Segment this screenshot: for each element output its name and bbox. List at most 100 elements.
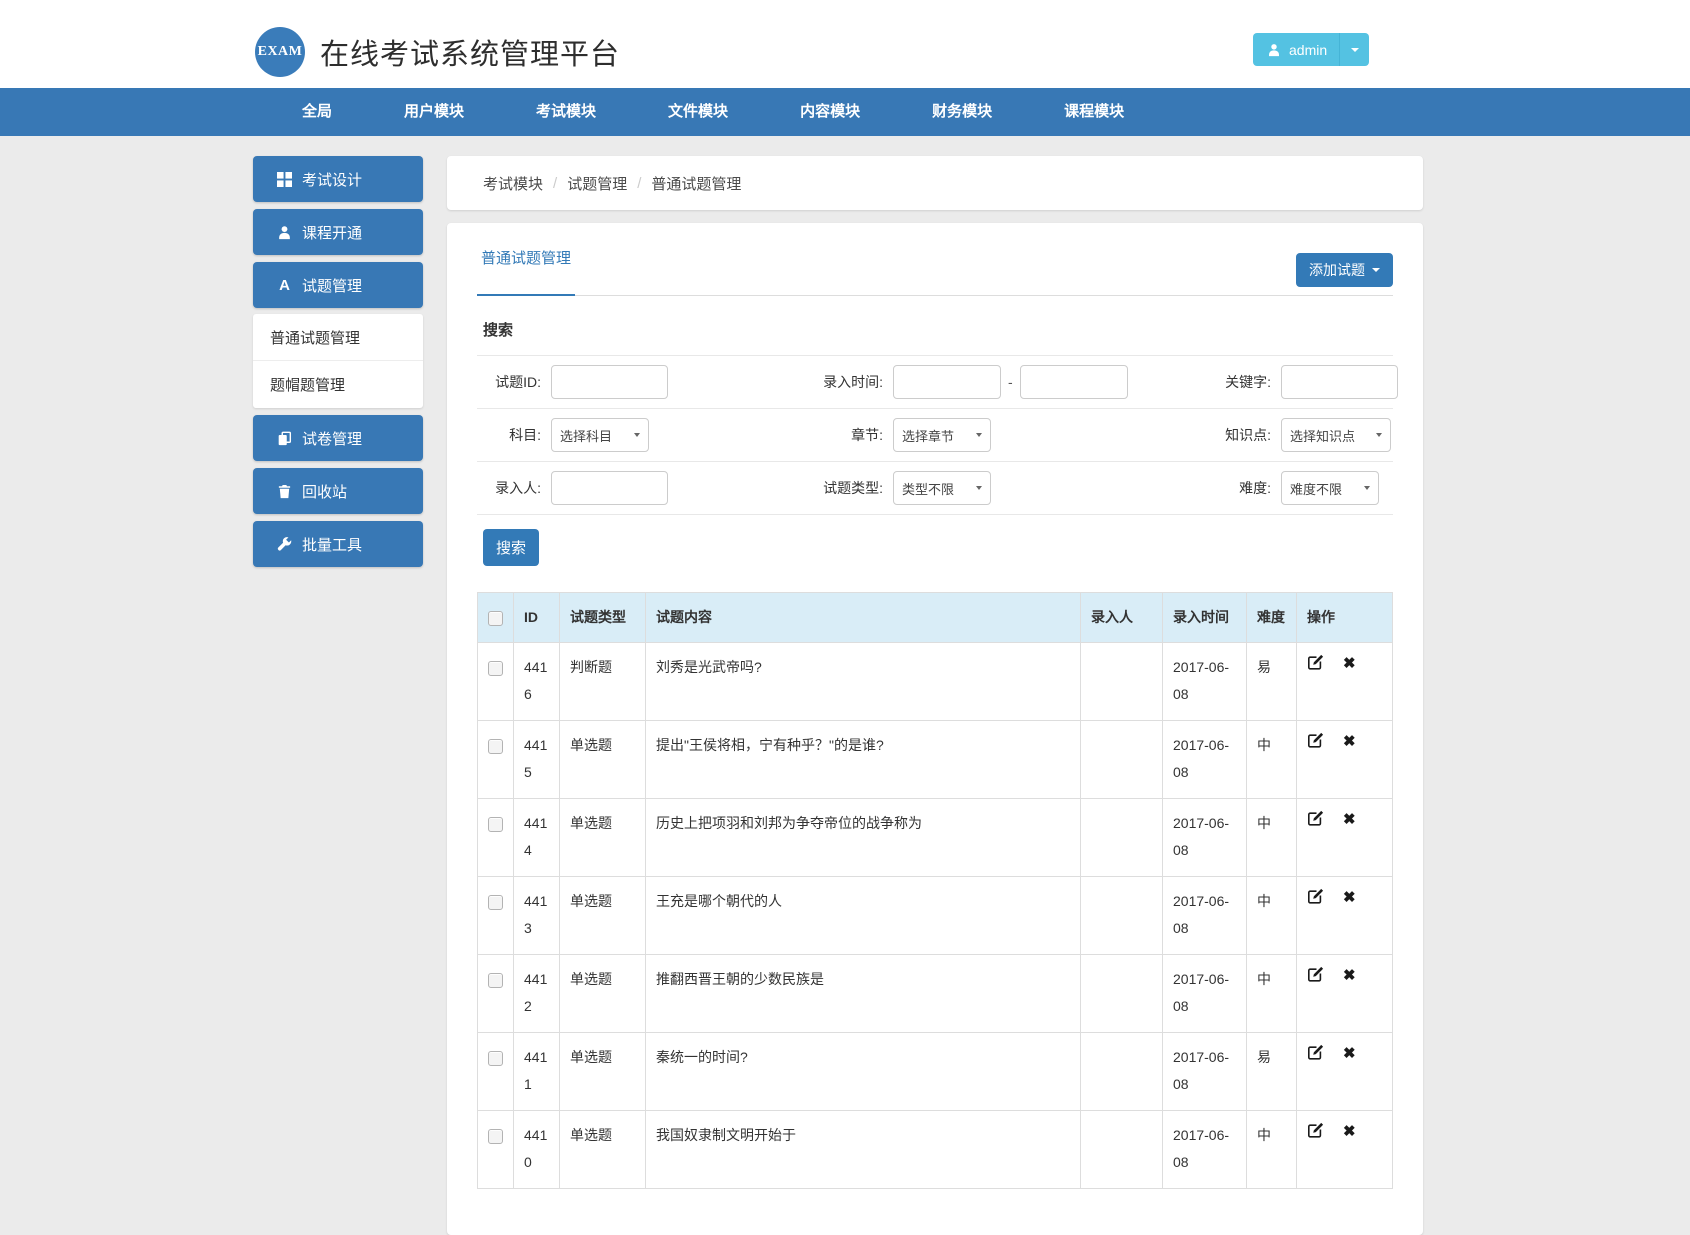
submenu-item-header-question-manage[interactable]: 题帽题管理 — [253, 361, 423, 408]
cell-difficulty: 中 — [1246, 720, 1297, 799]
search-row-2: 科目: 选择科目 章节: 选择章节 知识点: 选择知识点 — [477, 409, 1393, 462]
knowledge-label: 知识点: — [1225, 427, 1271, 443]
sidebar-item-label: 课程开通 — [302, 224, 363, 242]
sidebar-item-paper-manage[interactable]: 试卷管理 — [253, 415, 423, 461]
chevron-down-icon — [1372, 268, 1380, 272]
edit-button[interactable] — [1307, 654, 1324, 673]
breadcrumb-item-question-manage[interactable]: 试题管理 — [567, 173, 627, 194]
admin-button[interactable]: admin — [1253, 33, 1340, 66]
cell-id: 4411 — [513, 1032, 560, 1111]
delete-button[interactable]: ✖ — [1343, 734, 1356, 749]
nav-item-exam-module[interactable]: 考试模块 — [504, 88, 628, 136]
cell-enterer — [1080, 876, 1163, 955]
delete-button[interactable]: ✖ — [1343, 1124, 1356, 1139]
search-button[interactable]: 搜索 — [483, 529, 540, 566]
knowledge-select[interactable]: 选择知识点 — [1281, 418, 1391, 452]
row-checkbox[interactable] — [488, 1050, 503, 1066]
difficulty-select-value: 难度不限 — [1290, 481, 1343, 497]
delete-button[interactable]: ✖ — [1343, 812, 1356, 827]
entry-time-label: 录入时间: — [823, 374, 883, 390]
sidebar-item-recycle-bin[interactable]: 回收站 — [253, 468, 423, 514]
sidebar-item-exam-design[interactable]: 考试设计 — [253, 156, 423, 202]
user-icon — [1265, 43, 1282, 57]
cell-type: 单选题 — [559, 798, 646, 877]
edit-button[interactable] — [1307, 966, 1324, 985]
entry-time-start-input[interactable] — [893, 365, 1001, 399]
subject-select[interactable]: 选择科目 — [551, 418, 649, 452]
edit-button[interactable] — [1307, 1044, 1324, 1063]
row-checkbox[interactable] — [488, 816, 503, 832]
row-checkbox[interactable] — [488, 738, 503, 754]
table-header-row: ID 试题类型 试题内容 录入人 录入时间 难度 操作 — [477, 592, 1393, 643]
question-id-label: 试题ID: — [495, 374, 541, 390]
row-checkbox[interactable] — [488, 1128, 503, 1144]
panel-tab-bar: 普通试题管理 — [477, 223, 1393, 296]
cell-time: 2017-06-08 — [1162, 642, 1247, 721]
delete-button[interactable]: ✖ — [1343, 656, 1356, 671]
sidebar-item-course-open[interactable]: 课程开通 — [253, 209, 423, 255]
admin-dropdown-button[interactable] — [1339, 33, 1370, 66]
question-table: ID 试题类型 试题内容 录入人 录入时间 难度 操作 4416 判断题 刘秀是… — [477, 592, 1393, 1189]
breadcrumb-item-exam-module[interactable]: 考试模块 — [483, 173, 543, 194]
nav-item-file-module[interactable]: 文件模块 — [636, 88, 760, 136]
row-checkbox[interactable] — [488, 894, 503, 910]
add-question-button[interactable]: 添加试题 — [1296, 253, 1393, 287]
search-row-1: 试题ID: 录入时间: - 关键字: — [477, 356, 1398, 409]
select-caret-icon — [976, 486, 982, 490]
entry-time-end-input[interactable] — [1019, 365, 1128, 399]
row-checkbox[interactable] — [488, 972, 503, 988]
knowledge-select-value: 选择知识点 — [1290, 428, 1356, 444]
site-title: 在线考试系统管理平台 — [320, 39, 621, 71]
cell-enterer — [1080, 720, 1163, 799]
cell-type: 单选题 — [559, 954, 646, 1033]
cell-difficulty: 中 — [1246, 876, 1297, 955]
sidebar-item-question-manage[interactable]: A 试题管理 — [253, 262, 423, 308]
select-caret-icon — [634, 433, 640, 437]
difficulty-select[interactable]: 难度不限 — [1281, 471, 1379, 505]
enterer-label: 录入人: — [495, 480, 541, 496]
cell-type: 单选题 — [559, 1032, 646, 1111]
question-id-input[interactable] — [551, 365, 668, 399]
edit-button[interactable] — [1307, 1122, 1324, 1141]
col-header-actions: 操作 — [1296, 592, 1393, 643]
edit-button[interactable] — [1307, 732, 1324, 751]
cell-difficulty: 中 — [1246, 798, 1297, 877]
nav-item-finance-module[interactable]: 财务模块 — [900, 88, 1024, 136]
question-type-select[interactable]: 类型不限 — [893, 471, 991, 505]
sidebar: 考试设计 课程开通 A 试题管理 普通试题管理 题帽题管理 试卷管理 回收站 批… — [253, 156, 423, 574]
delete-button[interactable]: ✖ — [1343, 890, 1356, 905]
difficulty-label: 难度: — [1239, 480, 1271, 496]
sidebar-item-batch-tools[interactable]: 批量工具 — [253, 521, 423, 567]
table-row: 4411 单选题 秦统一的时间? 2017-06-08 易 ✖ — [477, 1032, 1393, 1111]
col-header-id: ID — [513, 592, 560, 643]
submenu-item-normal-question-manage[interactable]: 普通试题管理 — [253, 314, 423, 361]
nav-item-global[interactable]: 全局 — [270, 88, 364, 136]
subject-label: 科目: — [509, 427, 541, 443]
search-row-3: 录入人: 试题类型: 类型不限 难度: 难度不限 — [477, 462, 1393, 515]
delete-button[interactable]: ✖ — [1343, 968, 1356, 983]
enterer-input[interactable] — [551, 471, 668, 505]
cell-enterer — [1080, 954, 1163, 1033]
nav-item-content-module[interactable]: 内容模块 — [768, 88, 892, 136]
chapter-label: 章节: — [851, 427, 883, 443]
cell-difficulty: 易 — [1246, 642, 1297, 721]
question-type-label: 试题类型: — [823, 480, 883, 496]
select-all-checkbox[interactable] — [488, 610, 503, 626]
edit-button[interactable] — [1307, 888, 1324, 907]
nav-item-user-module[interactable]: 用户模块 — [372, 88, 496, 136]
keyword-input[interactable] — [1281, 365, 1398, 399]
row-checkbox[interactable] — [488, 660, 503, 676]
cell-time: 2017-06-08 — [1162, 1032, 1247, 1111]
chevron-down-icon — [1350, 47, 1359, 52]
add-question-label: 添加试题 — [1309, 262, 1365, 278]
chapter-select[interactable]: 选择章节 — [893, 418, 991, 452]
sidebar-item-label: 试题管理 — [302, 277, 363, 295]
main-panel: 普通试题管理 添加试题 搜索 试题ID: 录入时间: - 关键字: 科目: 选择… — [447, 223, 1423, 1235]
nav-item-course-module[interactable]: 课程模块 — [1032, 88, 1156, 136]
sidebar-item-label: 回收站 — [302, 483, 348, 501]
tab-normal-question-manage[interactable]: 普通试题管理 — [477, 223, 576, 296]
cell-content: 推翻西晋王朝的少数民族是 — [645, 954, 1081, 1033]
delete-button[interactable]: ✖ — [1343, 1046, 1356, 1061]
edit-button[interactable] — [1307, 810, 1324, 829]
keyword-label: 关键字: — [1225, 374, 1271, 390]
